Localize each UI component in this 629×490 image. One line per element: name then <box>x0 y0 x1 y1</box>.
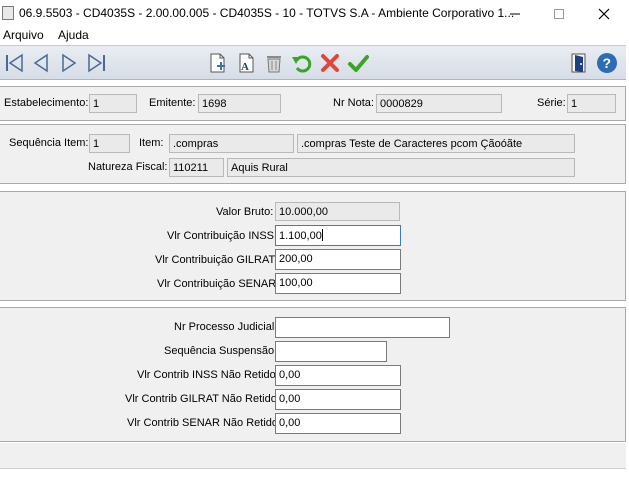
nr-nota-label: Nr Nota: <box>333 97 374 109</box>
vlr-senar-input[interactable]: 100,00 <box>275 273 401 294</box>
estabelecimento-label: Estabelecimento: <box>4 97 89 109</box>
item-panel: Sequência Item: 1 Item: .compras .compra… <box>0 124 626 184</box>
previous-record-icon[interactable] <box>29 51 53 75</box>
app-icon <box>2 6 14 20</box>
nr-nota-field[interactable]: 0000829 <box>376 94 502 113</box>
last-record-icon[interactable] <box>85 51 109 75</box>
vlr-inss-label: Vlr Contribuição INSS: <box>167 230 278 242</box>
sequencia-suspensao-label: Sequência Suspensão: <box>164 345 278 357</box>
vlr-senar-label: Vlr Contribuição SENAR: <box>157 278 280 290</box>
text-cursor <box>321 229 323 241</box>
undo-icon[interactable] <box>290 51 314 75</box>
inss-nao-retido-label: Vlr Contrib INSS Não Retido: <box>137 369 279 381</box>
next-record-icon[interactable] <box>57 51 81 75</box>
close-icon[interactable] <box>581 0 627 27</box>
svg-text:A: A <box>241 61 249 73</box>
natureza-description-field: Aquis Rural <box>227 158 575 177</box>
vlr-inss-value: 1.100,00 <box>279 230 322 242</box>
item-code-field[interactable]: .compras <box>169 134 294 153</box>
header-panel: Estabelecimento: 1 Emitente: 1698 Nr Not… <box>0 86 626 121</box>
processo-panel: Nr Processo Judicial: Sequência Suspensã… <box>0 307 626 442</box>
serie-label: Série: <box>537 97 566 109</box>
valor-bruto-field: 10.000,00 <box>275 202 400 221</box>
gilrat-nao-retido-input[interactable]: 0,00 <box>275 389 401 410</box>
status-strip <box>0 443 626 469</box>
serie-field[interactable]: 1 <box>567 94 616 113</box>
vlr-gilrat-input[interactable]: 200,00 <box>275 249 401 270</box>
contribuicao-panel: Valor Bruto: 10.000,00 Vlr Contribuição … <box>0 191 626 301</box>
edit-record-icon[interactable]: A <box>234 51 258 75</box>
menu-arquivo[interactable]: Arquivo <box>3 28 44 42</box>
delete-record-icon[interactable] <box>262 51 286 75</box>
toolbar: A ? <box>0 45 626 80</box>
confirm-icon[interactable] <box>346 51 370 75</box>
help-icon[interactable]: ? <box>595 51 619 75</box>
vlr-gilrat-label: Vlr Contribuição GILRAT: <box>155 254 278 266</box>
menu-bar: Arquivo Ajuda <box>0 27 629 45</box>
window-title: 06.9.5503 - CD4035S - 2.00.00.005 - CD40… <box>19 6 515 20</box>
first-record-icon[interactable] <box>2 51 26 75</box>
sequencia-item-label: Sequência Item: <box>9 137 89 149</box>
exit-icon[interactable] <box>567 51 591 75</box>
senar-nao-retido-input[interactable]: 0,00 <box>275 413 401 434</box>
natureza-fiscal-field[interactable]: 110211 <box>169 158 224 177</box>
sequencia-item-field[interactable]: 1 <box>89 134 130 153</box>
natureza-fiscal-label: Natureza Fiscal: <box>88 161 168 173</box>
vlr-inss-input[interactable]: 1.100,00 <box>275 225 401 246</box>
window-titlebar: 06.9.5503 - CD4035S - 2.00.00.005 - CD40… <box>0 0 629 27</box>
valor-bruto-label: Valor Bruto: <box>216 206 274 218</box>
inss-nao-retido-input[interactable]: 0,00 <box>275 365 401 386</box>
gilrat-nao-retido-label: Vlr Contrib GILRAT Não Retido: <box>125 393 280 405</box>
maximize-icon[interactable] <box>536 0 582 27</box>
item-description-field: .compras Teste de Caracteres pcom Çãoóãt… <box>297 134 575 153</box>
emitente-label: Emitente: <box>149 97 196 109</box>
svg-text:?: ? <box>603 55 612 71</box>
menu-ajuda[interactable]: Ajuda <box>58 28 89 42</box>
minimize-icon[interactable] <box>492 0 538 27</box>
nr-processo-judicial-label: Nr Processo Judicial: <box>174 321 278 333</box>
sequencia-suspensao-input[interactable] <box>275 341 387 362</box>
nr-processo-judicial-input[interactable] <box>275 317 450 338</box>
item-label: Item: <box>139 137 164 149</box>
senar-nao-retido-label: Vlr Contrib SENAR Não Retido: <box>127 417 282 429</box>
cancel-icon[interactable] <box>318 51 342 75</box>
emitente-field[interactable]: 1698 <box>198 94 281 113</box>
estabelecimento-field[interactable]: 1 <box>89 94 137 113</box>
new-record-icon[interactable] <box>206 51 230 75</box>
